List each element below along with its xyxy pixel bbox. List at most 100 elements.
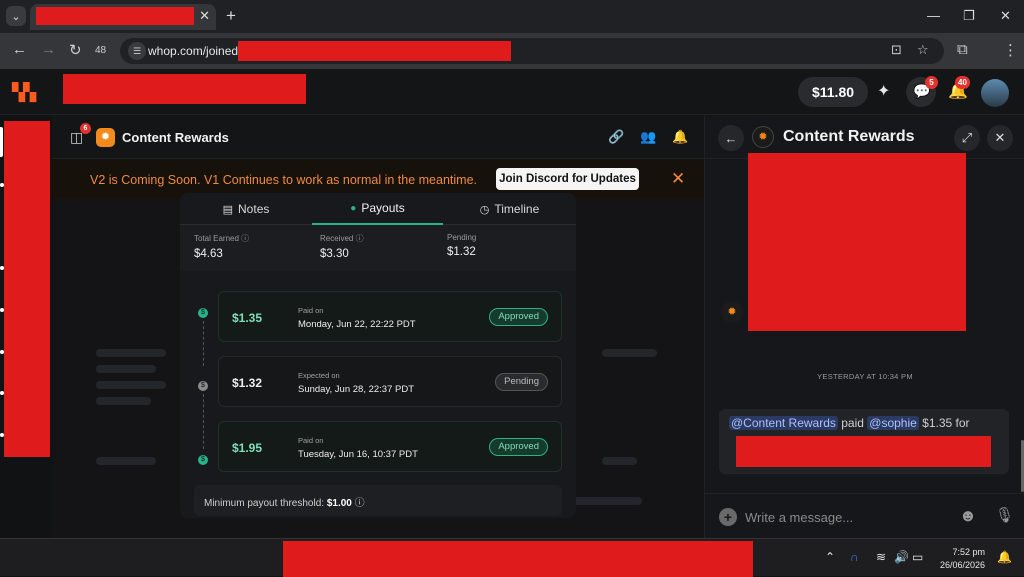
stat-pending: Pending $1.32 bbox=[447, 233, 476, 258]
windows-taskbar: ⌃ ∩ ≋ 🔊 ▭ 7:52 pm 26/06/2026 🔔 bbox=[0, 538, 1024, 577]
blurred-content bbox=[96, 365, 156, 373]
join-discord-button[interactable]: Join Discord for Updates bbox=[496, 168, 639, 190]
payout-date-label: Paid on bbox=[298, 436, 324, 445]
emoji-icon[interactable]: ☻ bbox=[959, 506, 977, 526]
panel-badge: 6 bbox=[80, 123, 91, 134]
info-icon[interactable]: ⓘ bbox=[241, 234, 249, 243]
battery-icon[interactable]: ▭ bbox=[912, 550, 923, 564]
chat-title: Content Rewards bbox=[783, 128, 915, 145]
volume-icon[interactable]: 🔊 bbox=[894, 550, 909, 564]
message-text: paid bbox=[837, 416, 868, 430]
mic-muted-icon[interactable]: 🎙 bbox=[995, 506, 1014, 524]
tab-payouts[interactable]: ● Payouts bbox=[312, 193, 443, 225]
redacted-breadcrumb bbox=[63, 74, 306, 104]
message-text: $1.35 for bbox=[918, 416, 970, 430]
blurred-content bbox=[602, 457, 637, 465]
blurred-content bbox=[96, 397, 151, 405]
members-icon[interactable]: 👥 bbox=[640, 129, 656, 145]
whop-logo[interactable]: ▚▚ bbox=[12, 83, 36, 103]
timeline-connector bbox=[203, 394, 204, 449]
status-badge: Approved bbox=[489, 438, 548, 456]
tab-close-button[interactable]: ✕ bbox=[199, 8, 210, 24]
rail-dot bbox=[0, 266, 4, 270]
payout-amount: $1.95 bbox=[232, 441, 263, 455]
site-info-icon[interactable]: ☰ bbox=[128, 42, 146, 60]
wifi-icon[interactable]: ≋ bbox=[876, 550, 886, 564]
extensions-icon[interactable]: ⧉ bbox=[957, 41, 968, 58]
close-icon[interactable]: ✕ bbox=[987, 125, 1013, 151]
stat-label: Pending bbox=[447, 233, 477, 242]
payout-card[interactable]: $1.35 Paid on Monday, Jun 22, 22:22 PDT … bbox=[218, 291, 562, 342]
threshold-label: Minimum payout threshold: bbox=[204, 498, 325, 509]
app-header: ▚▚ $11.80 ✦ 💬 5 🔔 40 bbox=[0, 69, 1024, 115]
window-close-button[interactable]: ✕ bbox=[1000, 8, 1011, 24]
stat-value: $1.32 bbox=[447, 246, 476, 258]
redacted-image-message bbox=[748, 153, 966, 331]
panel-header: ◫ 6 ✹ Content Rewards 🔗 👥 🔔 bbox=[52, 115, 704, 159]
link-icon[interactable]: 🔗 bbox=[608, 129, 624, 145]
minimize-button[interactable]: — bbox=[927, 8, 940, 23]
banner-close-icon[interactable]: ✕ bbox=[671, 169, 685, 189]
content-rewards-app-icon: ✹ bbox=[96, 128, 115, 147]
payout-amount: $1.35 bbox=[232, 311, 263, 325]
chevron-up-icon[interactable]: ⌃ bbox=[825, 550, 835, 564]
back-arrow-icon[interactable]: ← bbox=[12, 41, 27, 58]
add-attachment-icon[interactable]: + bbox=[719, 508, 737, 526]
pending-dollar-icon: $ bbox=[198, 381, 208, 391]
blurred-content bbox=[602, 349, 657, 357]
tab-search-button[interactable]: ⌄ bbox=[6, 6, 26, 26]
tab-notes[interactable]: ▤ Notes bbox=[180, 193, 312, 225]
modal-tabs: ▤ Notes ● Payouts ◷ Timeline bbox=[180, 193, 576, 225]
payout-card[interactable]: $1.95 Paid on Tuesday, Jun 16, 10:37 PDT… bbox=[218, 421, 562, 472]
redacted-tab-title bbox=[36, 7, 194, 25]
back-arrow-icon[interactable]: ← bbox=[718, 125, 744, 151]
notification-bell-icon[interactable]: 🔔 bbox=[672, 129, 688, 145]
stat-value: $3.30 bbox=[320, 248, 349, 260]
forward-arrow-icon[interactable]: → bbox=[41, 41, 56, 58]
restore-button[interactable]: ❐ bbox=[963, 8, 975, 24]
message-input[interactable] bbox=[745, 505, 945, 529]
clock-date: 26/06/2026 bbox=[940, 560, 986, 570]
bot-avatar[interactable]: ✹ bbox=[721, 301, 743, 323]
expand-icon[interactable]: ⤢ bbox=[954, 125, 980, 151]
status-badge: Approved bbox=[489, 308, 548, 326]
reload-icon[interactable]: ↻ bbox=[69, 41, 82, 59]
clock-icon: ◷ bbox=[479, 203, 490, 216]
notification-bell-icon[interactable]: 🔔 bbox=[997, 550, 1012, 564]
payout-threshold: Minimum payout threshold: $1.00 ⓘ bbox=[194, 485, 562, 516]
balance-button[interactable]: $11.80 bbox=[798, 77, 868, 107]
tab-notes-label: Notes bbox=[238, 202, 270, 216]
rail-dot bbox=[0, 350, 4, 354]
address-bar[interactable]: ☰ whop.com/joined/ ⊡ ☆ bbox=[120, 38, 944, 64]
timeline-connector bbox=[203, 321, 204, 366]
money-bag-icon: ● bbox=[350, 202, 357, 214]
system-clock[interactable]: 7:52 pm 26/06/2026 bbox=[940, 546, 985, 572]
browser-tab[interactable]: ✕ bbox=[30, 4, 216, 30]
payouts-modal: ▤ Notes ● Payouts ◷ Timeline Total Earne… bbox=[180, 193, 576, 518]
stat-received: Received ⓘ $3.30 bbox=[320, 233, 364, 260]
info-icon[interactable]: ⓘ bbox=[355, 498, 365, 509]
tab-count[interactable]: 48 bbox=[95, 45, 106, 56]
mention-user[interactable]: @sophie bbox=[867, 416, 919, 430]
payout-card[interactable]: $1.32 Expected on Sunday, Jun 28, 22:37 … bbox=[218, 356, 562, 407]
rail-dot bbox=[0, 308, 4, 312]
sparkle-icon[interactable]: ✦ bbox=[877, 81, 890, 101]
install-app-icon[interactable]: ⊡ bbox=[891, 42, 902, 58]
mention-content-rewards[interactable]: @Content Rewards bbox=[729, 416, 838, 430]
rail-dot bbox=[0, 183, 4, 187]
tab-payouts-label: Payouts bbox=[361, 201, 405, 215]
chat-panel: ← ✹ Content Rewards ⤢ ✕ ✹ YESTERDAY AT 1… bbox=[704, 115, 1024, 538]
bookmark-star-icon[interactable]: ☆ bbox=[917, 42, 929, 58]
browser-menu-icon[interactable]: ⋮ bbox=[1003, 41, 1018, 59]
tab-timeline[interactable]: ◷ Timeline bbox=[443, 193, 576, 225]
threshold-value: $1.00 bbox=[326, 498, 352, 509]
clock-time: 7:52 pm bbox=[952, 547, 986, 557]
avatar[interactable] bbox=[981, 79, 1009, 107]
chat-badge: 5 bbox=[925, 76, 938, 89]
new-tab-button[interactable]: + bbox=[226, 6, 236, 26]
vpn-icon[interactable]: ∩ bbox=[850, 550, 859, 564]
info-icon[interactable]: ⓘ bbox=[356, 234, 364, 243]
content-rewards-avatar: ✹ bbox=[752, 126, 774, 148]
redacted-taskbar-apps bbox=[283, 541, 753, 577]
banner-text: V2 is Coming Soon. V1 Continues to work … bbox=[90, 173, 477, 187]
